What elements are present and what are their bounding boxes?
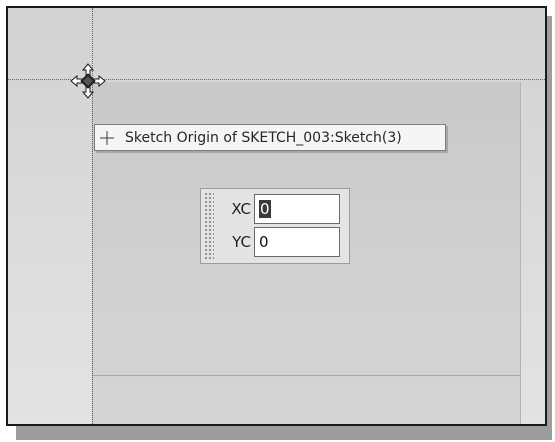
graphics-viewport[interactable]: Sketch Origin of SKETCH_003:Sketch(3) XC… (6, 6, 547, 426)
screenshot-page: Sketch Origin of SKETCH_003:Sketch(3) XC… (0, 0, 555, 442)
sketch-origin-crosshair-icon (100, 130, 114, 145)
sketch-origin-tooltip: Sketch Origin of SKETCH_003:Sketch(3) (94, 124, 446, 151)
yc-value: 0 (259, 233, 269, 251)
tooltip-text: Sketch Origin of SKETCH_003:Sketch(3) (125, 129, 402, 146)
xc-label: XC (231, 200, 251, 218)
yc-row: YC 0 (223, 227, 340, 257)
move-cursor-icon (70, 63, 106, 99)
xc-value: 0 (259, 200, 271, 218)
sheet-divider (92, 375, 520, 376)
coordinate-input-box: XC 0 YC 0 (200, 188, 350, 264)
yc-input[interactable]: 0 (254, 227, 340, 257)
drag-grip-handle[interactable] (204, 192, 214, 260)
xc-input[interactable]: 0 (254, 194, 340, 224)
xc-row: XC 0 (223, 194, 340, 224)
yc-label: YC (232, 233, 251, 251)
